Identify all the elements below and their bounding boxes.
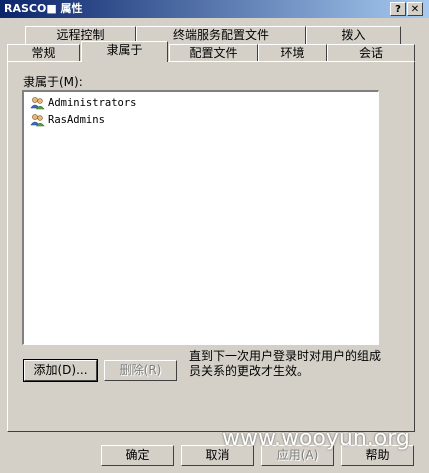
member-list[interactable]: Administrators RasAdmins bbox=[22, 90, 379, 345]
tab-environment[interactable]: 环境 bbox=[258, 44, 327, 62]
remove-button[interactable]: 删除(R) bbox=[104, 360, 177, 381]
member-name: Administrators bbox=[48, 97, 137, 109]
group-icon bbox=[30, 114, 45, 127]
title-bar: RASCO■ 属性 bbox=[0, 0, 429, 18]
tab-sessions[interactable]: 会话 bbox=[327, 44, 415, 62]
list-item[interactable]: RasAdmins bbox=[30, 112, 105, 128]
watermark: www.wooyun.org bbox=[222, 426, 410, 451]
tab-member-of[interactable]: 隶属于 bbox=[81, 41, 168, 62]
window-title: RASCO■ 属性 bbox=[4, 2, 83, 15]
tab-general[interactable]: 常规 bbox=[7, 44, 80, 62]
close-icon[interactable]: ✕ bbox=[407, 2, 423, 16]
member-name: RasAdmins bbox=[48, 114, 105, 126]
group-icon bbox=[30, 97, 45, 110]
memberof-label: 隶属于(M): bbox=[23, 75, 83, 89]
help-titlebar-button[interactable]: ? bbox=[390, 2, 406, 16]
tab-dial-in[interactable]: 拨入 bbox=[306, 26, 401, 44]
tab-profile[interactable]: 配置文件 bbox=[169, 44, 258, 62]
list-item[interactable]: Administrators bbox=[30, 95, 137, 111]
ok-button[interactable]: 确定 bbox=[101, 445, 174, 466]
add-button[interactable]: 添加(D)... bbox=[23, 359, 98, 382]
info-note: 直到下一次用户登录时对用户的组成员关系的更改才生效。 bbox=[189, 349, 382, 378]
